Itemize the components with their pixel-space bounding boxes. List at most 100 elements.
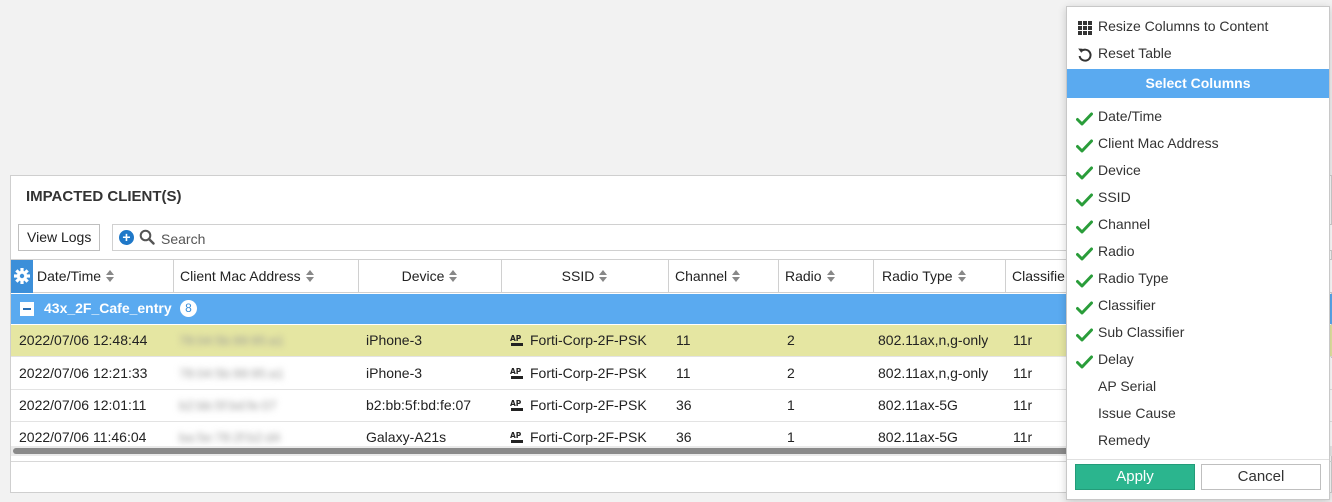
checkmark-icon [1076, 216, 1093, 234]
column-option-label: Channel [1098, 216, 1151, 232]
svg-text:AP: AP [510, 367, 522, 376]
cell-client-mac: ba:5e:78:2f:b2:d4 [179, 430, 281, 445]
cell-device: iPhone-3 [366, 365, 423, 381]
column-chooser-menu: Resize Columns to Content Reset Table Se… [1066, 6, 1330, 500]
cell-radio: 2 [787, 365, 795, 381]
column-option[interactable]: Issue Cause [1067, 400, 1329, 426]
column-option[interactable]: Device [1067, 157, 1329, 183]
svg-text:AP: AP [510, 431, 522, 440]
column-option-label: Remedy [1098, 432, 1151, 448]
column-option[interactable]: Date/Time [1067, 103, 1329, 129]
checkmark-icon [1076, 351, 1093, 369]
checkmark-icon [1076, 189, 1093, 207]
column-header-radio[interactable]: Radio [779, 260, 874, 293]
grid-icon [1077, 18, 1093, 35]
sort-icon [106, 270, 115, 282]
column-header-device[interactable]: Device [359, 260, 502, 293]
column-option[interactable]: Classifier [1067, 292, 1329, 318]
column-option[interactable]: Channel [1067, 211, 1329, 237]
column-header-radio-type[interactable]: Radio Type [874, 260, 1006, 293]
collapse-icon[interactable] [20, 302, 34, 316]
column-option[interactable]: SSID [1067, 184, 1329, 210]
cell-ssid: AP Forti-Corp-2F-PSK [510, 422, 647, 446]
column-option-label: Classifier [1098, 297, 1156, 313]
cell-radio-type: 802.11ax-5G [878, 397, 958, 413]
column-option-label: Date/Time [1098, 108, 1163, 124]
column-option-label: AP Serial [1098, 378, 1157, 394]
checkmark-icon [1076, 270, 1093, 288]
cell-client-mac: b2:bb:5f:bd:fe:07 [179, 398, 277, 413]
select-columns-header: Select Columns [1067, 69, 1329, 98]
checkmark-icon [1076, 324, 1093, 342]
cell-device: Galaxy-A21s [366, 429, 447, 445]
sort-icon [732, 270, 741, 282]
checkmark-icon [1076, 135, 1093, 153]
cell-classifier: 11r [1013, 397, 1033, 413]
menu-item-reset-table[interactable]: Reset Table [1067, 40, 1329, 66]
cell-channel: 11 [676, 332, 691, 348]
column-option[interactable]: Sub Classifier [1067, 319, 1329, 345]
column-header-client-mac[interactable]: Client Mac Address [174, 260, 359, 293]
access-point-icon: AP [510, 392, 524, 421]
column-option-label: Radio Type [1098, 270, 1169, 286]
column-option-label: Issue Cause [1098, 405, 1176, 421]
sort-icon [305, 270, 315, 282]
cell-datetime: 2022/07/06 11:46:04 [19, 429, 147, 445]
cell-classifier: 11r [1013, 365, 1033, 381]
scrollbar-thumb[interactable] [13, 448, 1103, 454]
cell-datetime: 2022/07/06 12:01:11 [19, 397, 147, 413]
cell-client-mac: 78:04:5b:99:95:a1 [179, 333, 284, 348]
column-option[interactable]: Remedy [1067, 427, 1329, 453]
checkmark-icon [1076, 108, 1093, 126]
column-option-label: Sub Classifier [1098, 324, 1185, 340]
panel-title: IMPACTED CLIENT(S) [26, 188, 182, 205]
group-count-badge: 8 [180, 300, 197, 317]
cell-datetime: 2022/07/06 12:21:33 [19, 365, 148, 381]
sort-icon [957, 270, 967, 282]
sort-icon [826, 270, 836, 282]
cell-radio-type: 802.11ax,n,g-only [878, 332, 989, 348]
cell-channel: 36 [676, 429, 692, 445]
access-point-icon: AP [510, 327, 524, 356]
cell-classifier: 11r [1013, 332, 1033, 348]
checkmark-icon [1076, 297, 1093, 315]
view-logs-button[interactable]: View Logs [18, 224, 101, 251]
column-option[interactable]: AP Serial [1067, 373, 1329, 399]
cell-device: iPhone-3 [366, 332, 423, 348]
cell-channel: 36 [676, 397, 692, 413]
cell-client-mac: 78:04:5b:99:95:a1 [179, 366, 284, 381]
sort-icon [449, 270, 458, 282]
cell-radio: 2 [787, 332, 795, 348]
cell-classifier: 11r [1013, 429, 1033, 445]
column-header-channel[interactable]: Channel [669, 260, 779, 293]
checkmark-icon [1076, 162, 1093, 180]
column-option[interactable]: Radio [1067, 238, 1329, 264]
svg-text:AP: AP [510, 334, 522, 343]
apply-button[interactable]: Apply [1075, 464, 1195, 490]
cell-datetime: 2022/07/06 12:48:44 [19, 332, 148, 348]
svg-text:AP: AP [510, 399, 522, 408]
menu-item-resize-columns[interactable]: Resize Columns to Content [1067, 13, 1329, 39]
column-option[interactable]: Client Mac Address [1067, 130, 1329, 156]
column-option[interactable]: Delay [1067, 346, 1329, 372]
column-option-label: Delay [1098, 351, 1134, 367]
column-header-ssid[interactable]: SSID [502, 260, 669, 293]
cell-ssid: AP Forti-Corp-2F-PSK [510, 390, 647, 421]
column-settings-gear-icon[interactable] [11, 260, 33, 293]
access-point-icon: AP [510, 424, 524, 446]
column-option[interactable]: Radio Type [1067, 265, 1329, 291]
search-icon [139, 229, 155, 248]
column-option-label: Radio [1098, 243, 1135, 259]
add-filter-icon[interactable]: + [119, 230, 134, 245]
column-header-datetime[interactable]: Date/Time [33, 260, 174, 293]
column-option-label: SSID [1098, 189, 1131, 205]
menu-footer-divider [1067, 459, 1329, 460]
cell-channel: 11 [676, 365, 691, 381]
search-input[interactable] [159, 227, 1063, 250]
cell-device: b2:bb:5f:bd:fe:07 [366, 397, 472, 413]
access-point-icon: AP [510, 360, 524, 389]
cancel-button[interactable]: Cancel [1201, 464, 1321, 490]
checkmark-icon [1076, 243, 1093, 261]
reset-icon [1077, 45, 1093, 62]
cell-ssid: AP Forti-Corp-2F-PSK [510, 325, 647, 356]
